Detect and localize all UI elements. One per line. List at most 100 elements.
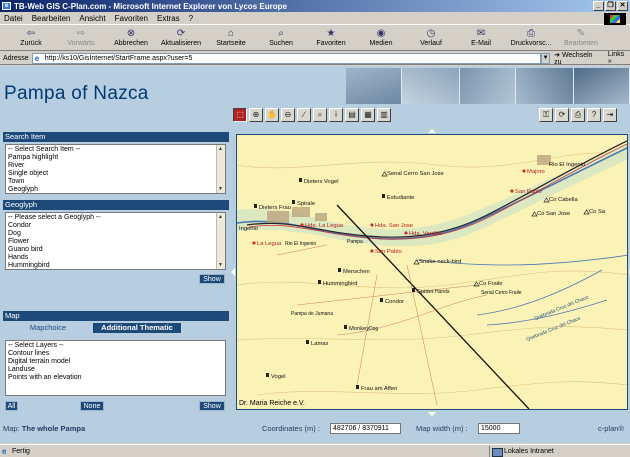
list-item[interactable]: Digital terrain model	[8, 358, 223, 366]
help-icon[interactable]: ?	[587, 108, 601, 122]
go-button[interactable]: ➜ Wechseln zu	[554, 51, 602, 66]
menu-extras[interactable]: Extras	[157, 14, 180, 23]
list-item[interactable]: Single object	[8, 170, 223, 178]
address-dropdown-button[interactable]: ▼	[541, 52, 551, 64]
layers-icon[interactable]: ▤	[345, 108, 359, 122]
menu-favoriten[interactable]: Favoriten	[115, 14, 148, 23]
toolbar-vorw-rts-button[interactable]: ⇨ Vorwärts	[56, 26, 106, 48]
toolbar-label: Zurück	[20, 40, 42, 47]
map-marker	[412, 288, 415, 292]
list-item[interactable]: Dog	[8, 230, 223, 238]
menu-ansicht[interactable]: Ansicht	[79, 14, 105, 23]
all-button[interactable]: All	[5, 401, 18, 411]
map-label: Co Sa	[589, 209, 606, 215]
tab-mapchoice[interactable]: Mapchoice	[3, 323, 93, 333]
minimize-button[interactable]: _	[593, 1, 604, 11]
back-arrow-icon: ⇦	[26, 28, 36, 39]
measure-icon[interactable]: ∕	[297, 108, 311, 122]
toolbar-startseite-button[interactable]: ⌂ Startseite	[206, 26, 256, 48]
list-item[interactable]: Town	[8, 178, 223, 186]
map-label: Hummingbird	[323, 281, 357, 287]
maximize-button[interactable]: ❐	[605, 1, 616, 11]
toolbar-druckvorsc-button[interactable]: ⎙ Druckvorsc...	[506, 26, 556, 48]
none-button[interactable]: None	[80, 401, 104, 411]
toolbar-aktualisieren-button[interactable]: ⟳ Aktualisieren	[156, 26, 206, 48]
map-graphics: Dieters Vogel Senal Cerro San Jose Rio El …	[237, 140, 627, 409]
list-item[interactable]: -- Select Layers --	[8, 342, 223, 350]
table-icon[interactable]: ▥	[377, 108, 391, 122]
favorites-icon: ★	[326, 28, 336, 39]
list-item[interactable]: Guano bird	[8, 246, 223, 254]
toolbar-medien-button[interactable]: ◉ Medien	[356, 26, 406, 48]
address-input[interactable]: http://ks10/GisInternet/StartFrame.aspx?…	[31, 52, 542, 64]
list-item[interactable]: Hands	[8, 254, 223, 262]
ie-app-icon: e	[2, 2, 11, 10]
toolbar-label: Bearbeiten	[564, 40, 598, 47]
toolbar-verlauf-button[interactable]: ◷ Verlauf	[406, 26, 456, 48]
geoglyph-scrollbar[interactable]	[216, 213, 225, 269]
print-icon[interactable]: ⎙	[571, 108, 585, 122]
tab-additional-thematic[interactable]: Additional Thematic	[93, 323, 181, 333]
list-item[interactable]: Points with an elevation	[8, 374, 223, 382]
pan-hand-icon[interactable]: ✋	[265, 108, 279, 122]
menu-help[interactable]: ?	[189, 14, 193, 23]
map-labels: Dieters Vogel Senal Cerro San Jose Rio El …	[239, 162, 606, 392]
zoom-rect-icon[interactable]: ⬚	[233, 108, 247, 122]
list-item[interactable]: Flower	[8, 238, 223, 246]
map-label: Ingenio	[239, 226, 258, 232]
list-item[interactable]: -- Please select a Geoglyph --	[8, 214, 223, 222]
links-button[interactable]: Links »	[608, 51, 630, 65]
toolbar-label: Druckvorsc...	[510, 40, 552, 47]
refresh-map-icon[interactable]: ⟳	[555, 108, 569, 122]
list-item[interactable]: Geoglyph	[8, 186, 223, 193]
legend-icon[interactable]: ▦	[361, 108, 375, 122]
window-title-bar[interactable]: e TB-Web GIS C-Plan.com - Microsoft Inte…	[0, 0, 630, 12]
geoglyph-list[interactable]: -- Please select a Geoglyph --CondorDogF…	[5, 212, 226, 270]
list-item[interactable]: Condor	[8, 222, 223, 230]
map-label: Frau am Affen	[361, 386, 397, 392]
toolbar-abbrechen-button[interactable]: ⊗ Abbrechen	[106, 26, 156, 48]
export-icon[interactable]: ⇥	[603, 108, 617, 122]
menu-datei[interactable]: Datei	[4, 14, 23, 23]
list-item[interactable]: River	[8, 162, 223, 170]
list-item[interactable]: Hummingbird	[8, 262, 223, 269]
toolbar-favoriten-button[interactable]: ★ Favoriten	[306, 26, 356, 48]
close-button[interactable]: ✕	[617, 1, 628, 11]
toolbar-label: Aktualisieren	[160, 40, 202, 47]
zoom-out-icon[interactable]: ⊖	[281, 108, 295, 122]
map-canvas[interactable]: Dieters Vogel Senal Cerro San Jose Rio El …	[236, 134, 628, 410]
search-item-scrollbar[interactable]	[216, 145, 225, 193]
list-item[interactable]: Pampa highlight	[8, 154, 223, 162]
layers-show-button[interactable]: Show	[199, 401, 225, 411]
toolbar-zur-ck-button[interactable]: ⇦ Zurück	[6, 26, 56, 48]
pan-west-arrow[interactable]	[231, 268, 235, 276]
pan-south-arrow[interactable]	[428, 412, 436, 416]
map-marker	[318, 280, 321, 284]
toolbar-bearbeiten-button[interactable]: ✎ Bearbeiten	[556, 26, 606, 48]
map-marker	[306, 340, 309, 344]
map-width-input[interactable]: 15000	[478, 423, 520, 434]
lock-icon[interactable]: ⚿	[539, 108, 553, 122]
list-item[interactable]: -- Select Search Item --	[8, 146, 223, 154]
layers-list[interactable]: -- Select Layers -- Contour lines Digital …	[5, 340, 226, 396]
map-marker	[338, 268, 341, 272]
list-item[interactable]: Contour lines	[8, 350, 223, 358]
map-label: San Pablo	[515, 189, 542, 195]
zoom-in-icon[interactable]: ⊕	[249, 108, 263, 122]
toolbar-e-mail-button[interactable]: ✉ E-Mail	[456, 26, 506, 48]
map-marker	[380, 298, 383, 302]
list-item[interactable]: Landuse	[8, 366, 223, 374]
search-map-icon[interactable]: ⌕	[313, 108, 327, 122]
menu-bar: Datei Bearbeiten Ansicht Favoriten Extra…	[0, 12, 630, 25]
toolbar-suchen-button[interactable]: ⌕ Suchen	[256, 26, 306, 48]
map-label: Map:	[3, 424, 20, 433]
map-panel-tabs: Mapchoice Additional Thematic	[3, 323, 229, 333]
map-label: Rio El Ingenio	[285, 241, 316, 247]
info-icon[interactable]: i	[329, 108, 343, 122]
search-item-list[interactable]: -- Select Search Item --Pampa highlightR…	[5, 144, 226, 194]
pan-north-arrow[interactable]	[428, 129, 436, 133]
menu-bearbeiten[interactable]: Bearbeiten	[32, 14, 71, 23]
geoglyph-show-button[interactable]: Show	[199, 274, 225, 284]
map-marker	[370, 249, 374, 253]
map-toolbar: ⬚ ⊕ ✋ ⊖ ∕ ⌕ i ▤ ▦ ▥	[233, 108, 391, 122]
